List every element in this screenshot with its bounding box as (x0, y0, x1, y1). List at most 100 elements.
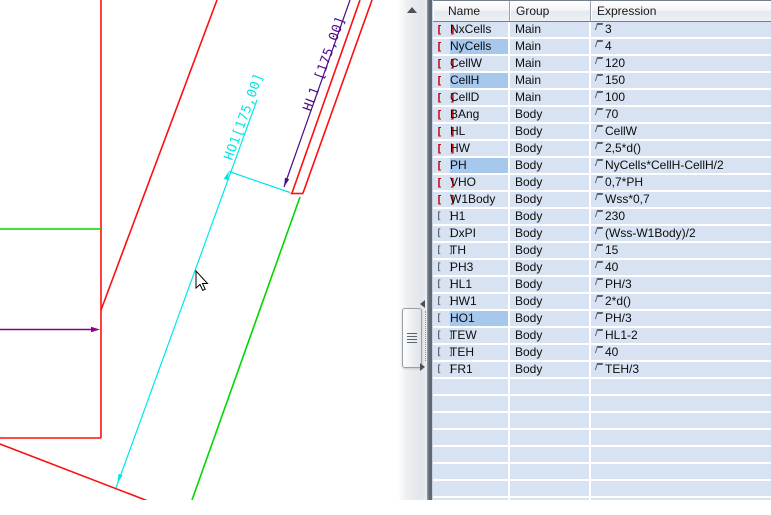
variable-group-cell[interactable]: Body (510, 311, 591, 326)
variable-expression-cell[interactable]: CellW (591, 124, 771, 139)
table-empty-row[interactable] (433, 430, 771, 447)
variable-expression-cell[interactable]: 150 (591, 73, 771, 88)
variable-group-cell[interactable]: Body (510, 260, 591, 275)
variable-group-cell[interactable]: Main (510, 90, 591, 105)
scroll-up-icon[interactable] (407, 7, 417, 13)
variable-expression-cell[interactable]: PH/3 (591, 277, 771, 292)
variable-expression-cell[interactable]: 230 (591, 209, 771, 224)
variable-expression-cell[interactable]: NyCells*CellH-CellH/2 (591, 158, 771, 173)
table-empty-row[interactable] (433, 413, 771, 430)
variable-expression-cell[interactable]: 3 (591, 22, 771, 37)
variable-expression-cell[interactable]: 4 (591, 39, 771, 54)
table-row[interactable]: [ ]CellDMain100 (433, 90, 771, 107)
variable-group-cell[interactable]: Body (510, 124, 591, 139)
variable-expression-cell[interactable]: 70 (591, 107, 771, 122)
variable-expression-cell[interactable]: Wss*0,7 (591, 192, 771, 207)
variable-expression-cell[interactable]: 2*d() (591, 294, 771, 309)
variable-name-cell[interactable]: [ ]HO1 (433, 311, 510, 326)
variable-group-cell[interactable]: Main (510, 73, 591, 88)
variable-name-cell[interactable]: [ ]HL (433, 124, 510, 139)
variable-expression-cell[interactable]: (Wss-W1Body)/2 (591, 226, 771, 241)
variable-expression-cell[interactable]: 120 (591, 56, 771, 71)
variable-group-cell[interactable]: Body (510, 294, 591, 309)
variable-expression-cell[interactable]: 40 (591, 345, 771, 360)
table-row[interactable]: [ ]NxCellsMain3 (433, 22, 771, 39)
variable-name-cell[interactable]: [ ]HW1 (433, 294, 510, 309)
table-row[interactable]: [ ]FR1BodyTEH/3 (433, 362, 771, 379)
variable-expression-cell[interactable]: 40 (591, 260, 771, 275)
variable-group-cell[interactable]: Body (510, 192, 591, 207)
table-row[interactable]: [ ]HO1BodyPH/3 (433, 311, 771, 328)
variable-expression-cell[interactable]: 0,7*PH (591, 175, 771, 190)
variable-expression-cell[interactable]: TEH/3 (591, 362, 771, 377)
table-row[interactable]: [ ]THBody15 (433, 243, 771, 260)
table-row[interactable]: [ ]DxPIBody(Wss-W1Body)/2 (433, 226, 771, 243)
variable-name-cell[interactable]: [ ]VHO (433, 175, 510, 190)
collapse-left-icon[interactable] (420, 300, 425, 308)
variable-name-cell[interactable]: [ ]W1Body (433, 192, 510, 207)
variable-name-cell[interactable]: [ ]TH (433, 243, 510, 258)
table-row[interactable]: [ ]H1Body230 (433, 209, 771, 226)
table-empty-row[interactable] (433, 396, 771, 413)
variable-group-cell[interactable]: Body (510, 107, 591, 122)
table-row[interactable]: [ ]HW1Body2*d() (433, 294, 771, 311)
variable-group-cell[interactable]: Body (510, 158, 591, 173)
table-row[interactable]: [ ]NyCellsMain4 (433, 39, 771, 56)
variable-name-cell[interactable]: [ ]TEW (433, 328, 510, 343)
table-row[interactable]: [ ]TEWBodyHL1-2 (433, 328, 771, 345)
variable-name-cell[interactable]: [ ]BAng (433, 107, 510, 122)
variable-group-cell[interactable]: Body (510, 226, 591, 241)
table-row[interactable]: [ ]W1BodyBodyWss*0,7 (433, 192, 771, 209)
variable-name-cell[interactable]: [ ]NxCells (433, 22, 510, 37)
variable-expression-cell[interactable]: 15 (591, 243, 771, 258)
viewport-scrollbar[interactable] (398, 0, 428, 500)
cad-viewport[interactable]: HO1[175,00] HL1 [175,00] (0, 0, 400, 500)
variable-group-cell[interactable]: Body (510, 141, 591, 156)
table-row[interactable]: [ ]PH3Body40 (433, 260, 771, 277)
table-row[interactable]: [ ]HLBodyCellW (433, 124, 771, 141)
table-row[interactable]: [ ]HWBody2,5*d() (433, 141, 771, 158)
variable-name-cell[interactable]: [ ]CellW (433, 56, 510, 71)
variable-group-cell[interactable]: Body (510, 209, 591, 224)
splitter-handle[interactable] (402, 308, 422, 368)
variable-expression-cell[interactable]: PH/3 (591, 311, 771, 326)
variable-name-cell[interactable]: [ ]CellD (433, 90, 510, 105)
table-empty-row[interactable] (433, 379, 771, 396)
variable-name-cell[interactable]: [ ]TEH (433, 345, 510, 360)
variable-group-cell[interactable]: Body (510, 243, 591, 258)
variable-group-cell[interactable]: Main (510, 22, 591, 37)
column-header-expression[interactable]: Expression (591, 1, 771, 21)
variable-name-cell[interactable]: [ ]HL1 (433, 277, 510, 292)
table-empty-row[interactable] (433, 498, 771, 515)
variable-name-cell[interactable]: [ ]PH3 (433, 260, 510, 275)
table-row[interactable]: [ ]PHBodyNyCells*CellH-CellH/2 (433, 158, 771, 175)
variable-group-cell[interactable]: Main (510, 39, 591, 54)
variable-name-cell[interactable]: [ ]PH (433, 158, 510, 173)
column-header-name[interactable]: Name (433, 1, 510, 21)
variable-group-cell[interactable]: Body (510, 277, 591, 292)
variable-name-cell[interactable]: [ ]DxPI (433, 226, 510, 241)
table-row[interactable]: [ ]VHOBody0,7*PH (433, 175, 771, 192)
variable-expression-cell[interactable]: 100 (591, 90, 771, 105)
variable-group-cell[interactable]: Body (510, 345, 591, 360)
variable-group-cell[interactable]: Body (510, 175, 591, 190)
table-empty-row[interactable] (433, 447, 771, 464)
variable-name-cell[interactable]: [ ]CellH (433, 73, 510, 88)
variable-expression-cell[interactable]: HL1-2 (591, 328, 771, 343)
table-row[interactable]: [ ]TEHBody40 (433, 345, 771, 362)
variable-name-cell[interactable]: [ ]HW (433, 141, 510, 156)
variable-name-cell[interactable]: [ ]FR1 (433, 362, 510, 377)
variable-name-cell[interactable]: [ ]NyCells (433, 39, 510, 54)
variable-name-cell[interactable]: [ ]H1 (433, 209, 510, 224)
table-row[interactable]: [ ]CellHMain150 (433, 73, 771, 90)
variable-expression-cell[interactable]: 2,5*d() (591, 141, 771, 156)
table-empty-row[interactable] (433, 464, 771, 481)
variable-group-cell[interactable]: Main (510, 56, 591, 71)
table-empty-row[interactable] (433, 481, 771, 498)
table-row[interactable]: [ ]HL1BodyPH/3 (433, 277, 771, 294)
variable-group-cell[interactable]: Body (510, 362, 591, 377)
variable-group-cell[interactable]: Body (510, 328, 591, 343)
table-row[interactable]: [ ]BAngBody70 (433, 107, 771, 124)
collapse-right-icon[interactable] (420, 363, 425, 371)
table-row[interactable]: [ ]CellWMain120 (433, 56, 771, 73)
